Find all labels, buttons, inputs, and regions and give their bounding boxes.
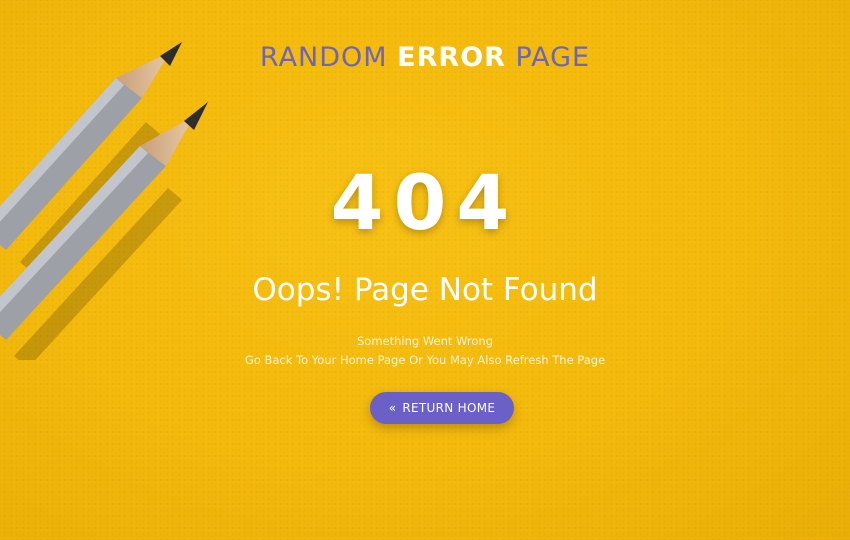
double-chevron-left-icon: «: [388, 401, 397, 415]
error-description: Something Went Wrong Go Back To Your Hom…: [0, 332, 850, 370]
error-description-line-2: Go Back To Your Home Page Or You May Als…: [244, 353, 606, 367]
title-emphasis: ERROR: [397, 42, 506, 73]
return-home-button[interactable]: « RETURN HOME: [370, 392, 514, 424]
error-headline: Oops! Page Not Found: [252, 272, 598, 308]
return-home-label: RETURN HOME: [402, 401, 496, 415]
title-part-1: RANDOM: [259, 42, 388, 73]
error-code: 404: [330, 158, 520, 247]
title-part-2: PAGE: [515, 42, 591, 73]
error-description-line-1: Something Went Wrong: [356, 334, 494, 348]
site-title: RANDOM ERROR PAGE: [0, 42, 850, 73]
